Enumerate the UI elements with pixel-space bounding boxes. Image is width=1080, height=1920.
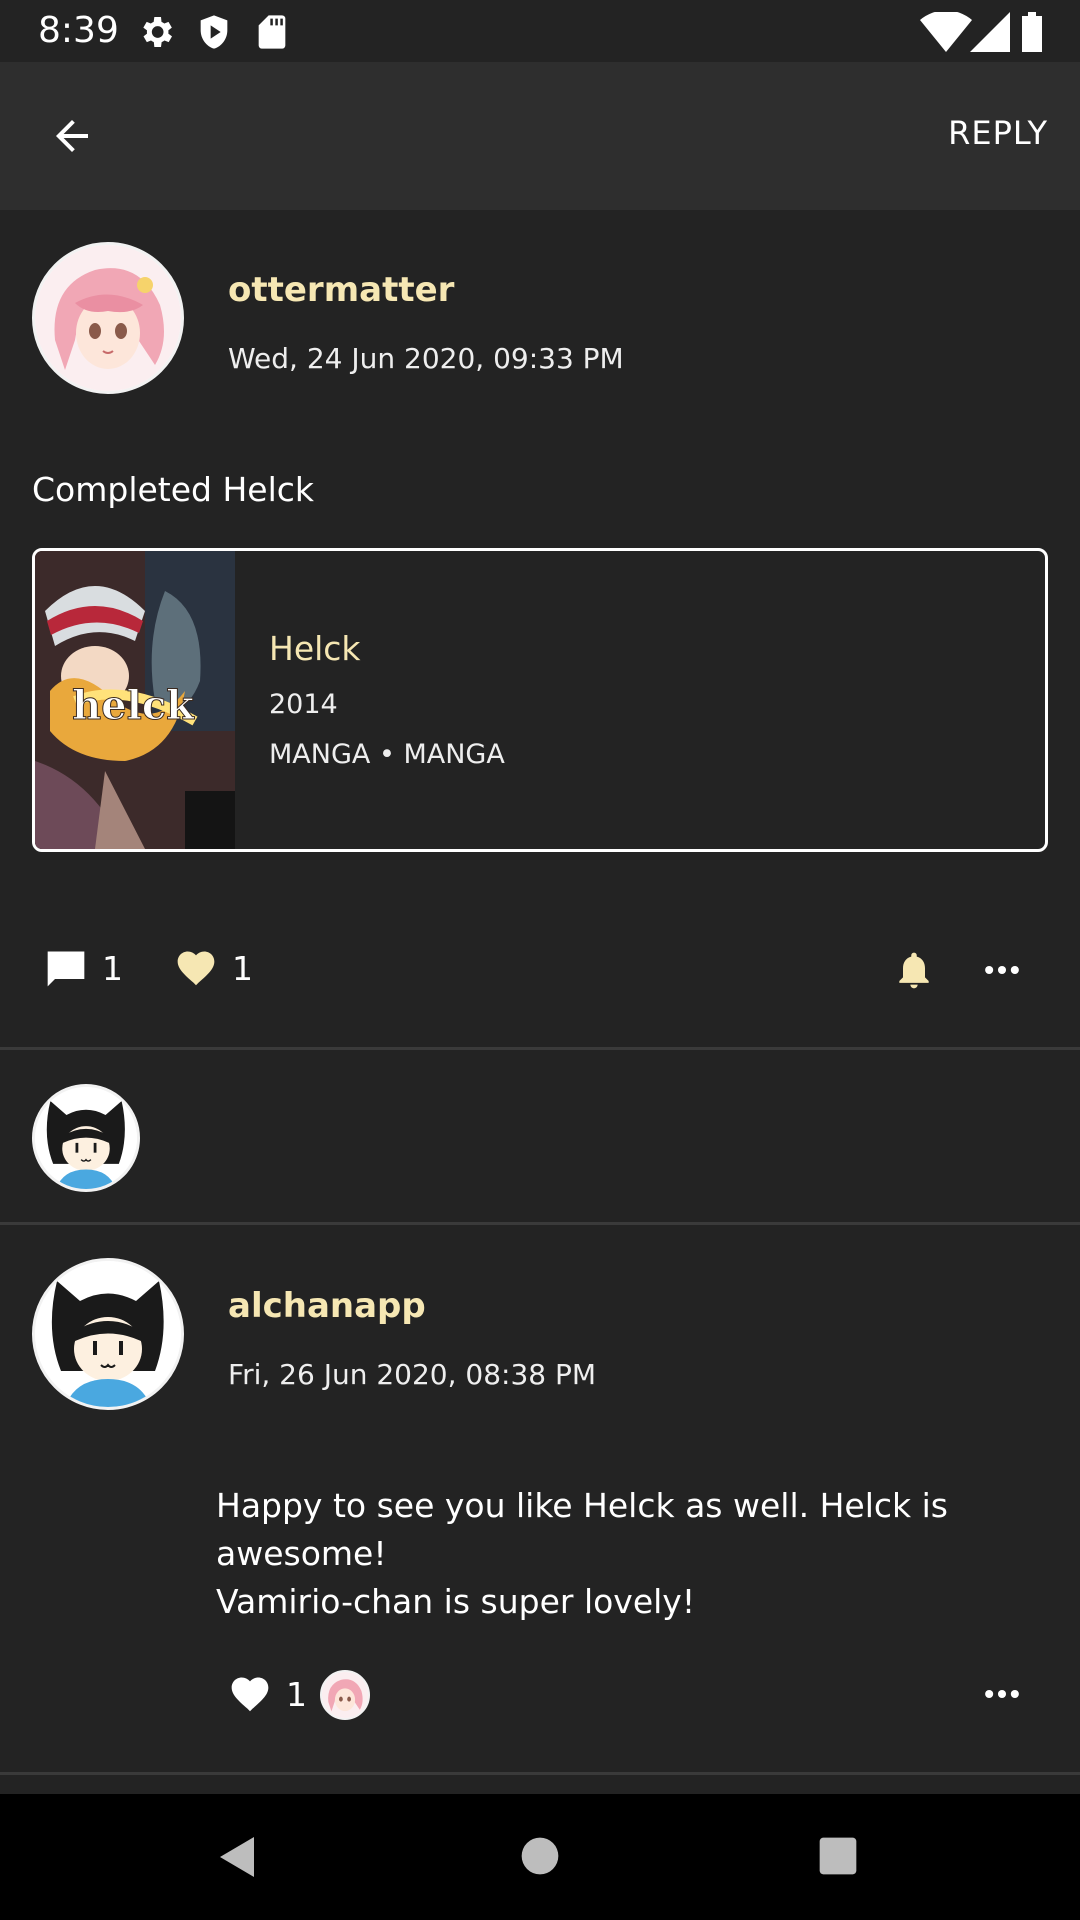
status-time: 8:39 bbox=[38, 10, 119, 51]
divider bbox=[0, 1047, 1080, 1050]
reply-count: 1 bbox=[102, 948, 123, 988]
media-title: Helck bbox=[269, 629, 361, 668]
anime-girl-avatar-image bbox=[35, 245, 181, 391]
comment-text-line: Vamirio-chan is super lovely! bbox=[216, 1582, 696, 1621]
more-icon bbox=[985, 1689, 1019, 1699]
back-triangle-icon[interactable] bbox=[214, 1832, 262, 1882]
battery-icon bbox=[1022, 12, 1042, 52]
media-cover-title-text: helck bbox=[72, 682, 195, 729]
comment-author-avatar[interactable] bbox=[32, 1258, 184, 1410]
comment-author-name[interactable]: alchanapp bbox=[228, 1286, 426, 1326]
comment-like-button[interactable]: 1 bbox=[228, 1672, 307, 1716]
signal-icon bbox=[970, 12, 1010, 52]
post-timestamp: Wed, 24 Jun 2020, 09:33 PM bbox=[228, 342, 624, 375]
back-button[interactable] bbox=[40, 106, 104, 166]
like-count: 1 bbox=[232, 948, 253, 988]
media-type: MANGA • MANGA bbox=[269, 739, 505, 770]
cat-ear-girl-avatar-image bbox=[35, 1261, 181, 1407]
post-more-button[interactable] bbox=[980, 948, 1024, 992]
media-card[interactable]: helck Helck 2014 MANGA • MANGA bbox=[32, 548, 1048, 852]
comment-more-button[interactable] bbox=[980, 1672, 1024, 1716]
home-circle-icon[interactable] bbox=[518, 1834, 562, 1878]
media-cover-image: helck bbox=[35, 551, 235, 849]
heart-icon bbox=[231, 1677, 269, 1712]
bell-icon bbox=[899, 952, 929, 989]
gear-icon bbox=[143, 17, 172, 47]
subscribe-button[interactable] bbox=[892, 948, 936, 992]
comment-text: Happy to see you like Helck as well. Hel… bbox=[216, 1482, 1056, 1626]
media-year: 2014 bbox=[269, 689, 338, 720]
post-text: Completed Helck bbox=[32, 470, 315, 509]
more-icon bbox=[985, 965, 1019, 975]
comment-icon bbox=[47, 951, 85, 987]
like-button[interactable]: 1 bbox=[174, 946, 253, 990]
app-bar: REPLY bbox=[0, 62, 1080, 210]
reply-button[interactable]: REPLY bbox=[948, 114, 1048, 152]
divider bbox=[0, 1772, 1080, 1775]
recents-square-icon[interactable] bbox=[816, 1834, 860, 1878]
wifi-icon bbox=[920, 12, 972, 52]
post-author-avatar[interactable] bbox=[32, 242, 184, 394]
shield-play-icon bbox=[200, 15, 228, 49]
post-author-name[interactable]: ottermatter bbox=[228, 270, 454, 310]
heart-icon bbox=[177, 951, 215, 986]
system-nav-bar bbox=[0, 1794, 1080, 1920]
status-bar: 8:39 bbox=[0, 0, 1080, 62]
sd-card-icon bbox=[258, 15, 286, 49]
anime-girl-avatar-image bbox=[322, 1672, 368, 1718]
comment-liker-avatar[interactable] bbox=[320, 1670, 370, 1720]
comment-text-line: Happy to see you like Helck as well. Hel… bbox=[216, 1486, 948, 1573]
reply-count-button[interactable]: 1 bbox=[44, 946, 123, 990]
comment-like-count: 1 bbox=[286, 1674, 307, 1714]
arrow-left-icon bbox=[56, 120, 88, 152]
comment-timestamp: Fri, 26 Jun 2020, 08:38 PM bbox=[228, 1358, 597, 1391]
divider bbox=[0, 1222, 1080, 1225]
liker-avatar[interactable] bbox=[32, 1084, 140, 1192]
cat-ear-girl-avatar-image bbox=[35, 1087, 137, 1189]
